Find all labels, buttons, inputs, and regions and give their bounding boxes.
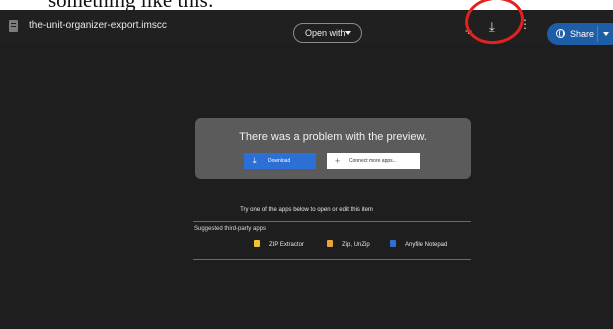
share-button[interactable]: Share bbox=[547, 23, 613, 45]
open-with-label: Open with bbox=[305, 28, 346, 38]
chevron-down-icon bbox=[345, 31, 351, 35]
download-button[interactable]: ⤓ Download bbox=[244, 153, 316, 169]
file-preview-viewer: the-unit-organizer-export.imscc Open wit… bbox=[0, 10, 613, 329]
app-anyfile-notepad[interactable]: Anyfile Notepad bbox=[390, 240, 447, 248]
app-name: Zip, UnZip bbox=[342, 242, 370, 248]
apps-prompt: Try one of the apps below to open or edi… bbox=[240, 207, 373, 213]
connect-more-apps-button[interactable]: + Connect more apps... bbox=[327, 153, 420, 169]
app-name: ZIP Extractor bbox=[269, 242, 304, 248]
download-label: Download bbox=[268, 158, 291, 164]
file-icon bbox=[9, 20, 18, 32]
open-with-button[interactable]: Open with bbox=[293, 23, 362, 43]
preview-error-panel: There was a problem with the preview. ⤓ … bbox=[195, 118, 471, 179]
suggested-apps-label: Suggested third-party apps bbox=[194, 226, 267, 232]
anyfile-notepad-icon bbox=[390, 240, 396, 247]
connect-more-apps-label: Connect more apps... bbox=[349, 158, 397, 164]
zip-extractor-icon bbox=[254, 240, 260, 247]
file-name: the-unit-organizer-export.imscc bbox=[29, 20, 167, 31]
share-chevron-icon[interactable] bbox=[603, 32, 609, 36]
app-zip-unzip[interactable]: Zip, UnZip bbox=[327, 240, 370, 248]
suggested-apps-section: Suggested third-party apps ZIP Extractor… bbox=[193, 221, 471, 260]
globe-icon bbox=[556, 29, 565, 38]
app-zip-extractor[interactable]: ZIP Extractor bbox=[254, 240, 304, 248]
share-divider bbox=[597, 26, 598, 42]
share-label: Share bbox=[570, 29, 595, 39]
zip-unzip-icon bbox=[327, 240, 333, 247]
app-name: Anyfile Notepad bbox=[405, 242, 448, 248]
download-icon: ⤓ bbox=[253, 156, 257, 165]
plus-icon: + bbox=[335, 156, 341, 166]
preview-error-message: There was a problem with the preview. bbox=[239, 131, 427, 143]
